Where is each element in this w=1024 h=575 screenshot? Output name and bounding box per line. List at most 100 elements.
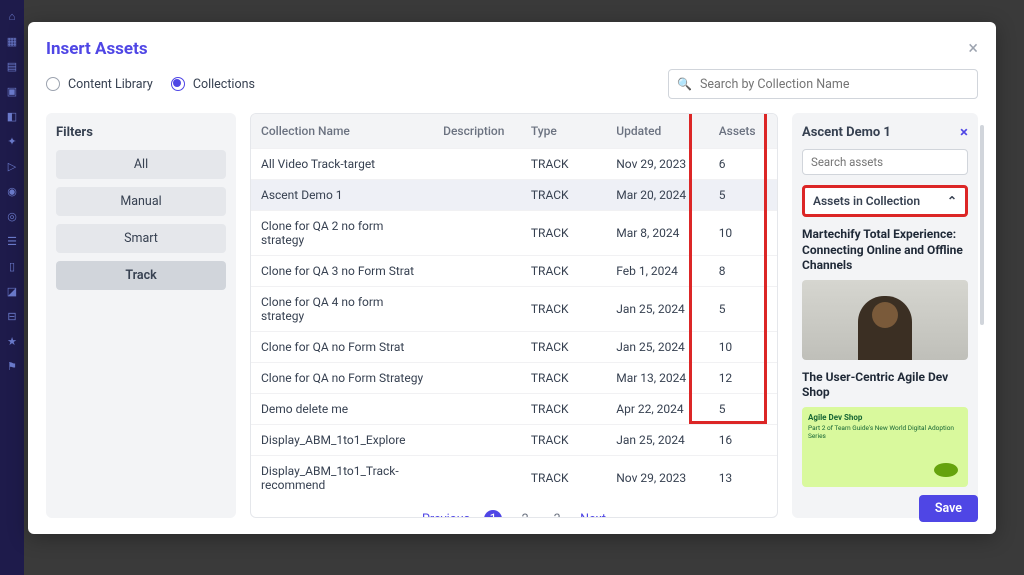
radio-icon [46,77,60,91]
cell-name: Clone for QA no Form Strategy [251,363,433,394]
pager-last-icon[interactable]: » [620,512,626,519]
rail-icon[interactable]: ☰ [7,235,17,248]
detail-close-icon[interactable]: × [960,123,968,141]
asset-item[interactable]: Martechify Total Experience: Connecting … [802,227,968,360]
person-graphic [858,296,912,360]
table-row[interactable]: Display_ABM_1to1_ExploreTRACKJan 25, 202… [251,425,777,456]
table-row[interactable]: Clone for QA no Form StratTRACKJan 25, 2… [251,332,777,363]
search-collections[interactable]: 🔍 [668,69,978,99]
cell-updated: Apr 22, 2024 [606,394,708,425]
rail-icon[interactable]: ⊟ [7,310,16,323]
pager-next[interactable]: Next [580,512,606,519]
th-collection-name[interactable]: Collection Name [251,114,433,149]
pager-page-2[interactable]: 2 [516,510,534,518]
filter-manual[interactable]: Manual [56,187,226,216]
cell-updated: Feb 1, 2024 [606,256,708,287]
table-header-row: Collection Name Description Type Updated… [251,114,777,149]
rail-icon[interactable]: ◪ [7,285,17,298]
cell-desc [433,425,521,456]
cell-updated: Mar 20, 2024 [606,180,708,211]
cell-assets: 12 [709,363,777,394]
cell-assets: 13 [709,456,777,501]
rail-icon[interactable]: ◎ [7,210,17,223]
cell-assets: 10 [709,332,777,363]
search-input[interactable] [700,77,969,92]
rail-icon[interactable]: ▦ [7,35,17,48]
pagination: « Previous 1 2 3 Next » [251,500,777,518]
pager-previous[interactable]: Previous [422,512,470,519]
cell-name: All Video Track-target [251,149,433,180]
cell-updated: Jan 25, 2024 [606,287,708,332]
rail-icon[interactable]: ◧ [7,110,17,123]
cell-assets: 5 [709,394,777,425]
pager-page-3[interactable]: 3 [548,510,566,518]
insert-assets-modal: Insert Assets × Content Library Collecti… [28,22,996,534]
filters-panel: Filters All Manual Smart Track [46,113,236,518]
cell-name: Clone for QA 4 no form strategy [251,287,433,332]
cell-desc [433,211,521,256]
cell-assets: 5 [709,287,777,332]
rail-icon[interactable]: ⚑ [7,360,17,373]
table-row[interactable]: Clone for QA 2 no form strategyTRACKMar … [251,211,777,256]
cell-type: TRACK [521,211,606,256]
cell-name: Clone for QA no Form Strat [251,332,433,363]
cell-type: TRACK [521,256,606,287]
cell-desc [433,180,521,211]
cell-updated: Mar 13, 2024 [606,363,708,394]
cell-desc [433,332,521,363]
close-icon[interactable]: × [968,38,978,59]
cell-desc [433,287,521,332]
table-row[interactable]: Demo delete meTRACKApr 22, 20245 [251,394,777,425]
rail-icon[interactable]: ✦ [7,135,16,148]
cell-name: Display_ABM_1to1_Explore [251,425,433,456]
table-row[interactable]: Clone for QA 4 no form strategyTRACKJan … [251,287,777,332]
table-row[interactable]: Display_ABM_1to1_Track-recommendTRACKNov… [251,456,777,501]
search-icon: 🔍 [677,77,692,91]
cell-desc [433,256,521,287]
th-assets[interactable]: Assets [709,114,777,149]
pager-page-1[interactable]: 1 [484,510,502,518]
cell-updated: Mar 8, 2024 [606,211,708,256]
th-type[interactable]: Type [521,114,606,149]
rail-icon[interactable]: ▯ [9,260,15,273]
pager-first-icon[interactable]: « [402,512,408,519]
table-row[interactable]: Clone for QA no Form StrategyTRACKMar 13… [251,363,777,394]
tab-collections[interactable]: Collections [171,77,255,92]
cell-name: Ascent Demo 1 [251,180,433,211]
cell-type: TRACK [521,332,606,363]
assets-in-collection-toggle[interactable]: Assets in Collection ⌃ [802,185,968,217]
cell-assets: 6 [709,149,777,180]
accordion-label: Assets in Collection [813,194,920,208]
rail-icon[interactable]: ▣ [7,85,17,98]
filters-title: Filters [56,125,226,140]
scrollbar[interactable] [980,125,984,325]
rail-icon[interactable]: ⌂ [9,10,16,23]
th-updated[interactable]: Updated [606,114,708,149]
table-row[interactable]: Clone for QA 3 no Form StratTRACKFeb 1, … [251,256,777,287]
collection-detail-panel: Ascent Demo 1 × Assets in Collection ⌃ M… [792,113,978,518]
table-row[interactable]: All Video Track-targetTRACKNov 29, 20236 [251,149,777,180]
app-left-rail: ⌂ ▦ ▤ ▣ ◧ ✦ ▷ ◉ ◎ ☰ ▯ ◪ ⊟ ★ ⚑ [0,0,24,575]
tab-label: Content Library [68,77,153,92]
th-description[interactable]: Description [433,114,521,149]
rail-icon[interactable]: ▤ [7,60,17,73]
radio-icon [171,77,185,91]
filter-track[interactable]: Track [56,261,226,290]
save-button[interactable]: Save [919,495,978,522]
detail-title: Ascent Demo 1 [802,125,891,140]
cell-type: TRACK [521,180,606,211]
rail-icon[interactable]: ★ [7,335,17,348]
cell-name: Display_ABM_1to1_Track-recommend [251,456,433,501]
tab-content-library[interactable]: Content Library [46,77,153,92]
cell-updated: Nov 29, 2023 [606,149,708,180]
asset-title: The User-Centric Agile Dev Shop [802,370,968,401]
filter-all[interactable]: All [56,150,226,179]
asset-item[interactable]: The User-Centric Agile Dev Shop Agile De… [802,370,968,487]
rail-icon[interactable]: ◉ [7,185,17,198]
asset-thumbnail: Agile Dev Shop Part 2 of Team Guide's Ne… [802,407,968,487]
filter-smart[interactable]: Smart [56,224,226,253]
detail-search-input[interactable] [802,149,968,175]
rail-icon[interactable]: ▷ [8,160,16,173]
cell-type: TRACK [521,394,606,425]
table-row[interactable]: Ascent Demo 1TRACKMar 20, 20245 [251,180,777,211]
